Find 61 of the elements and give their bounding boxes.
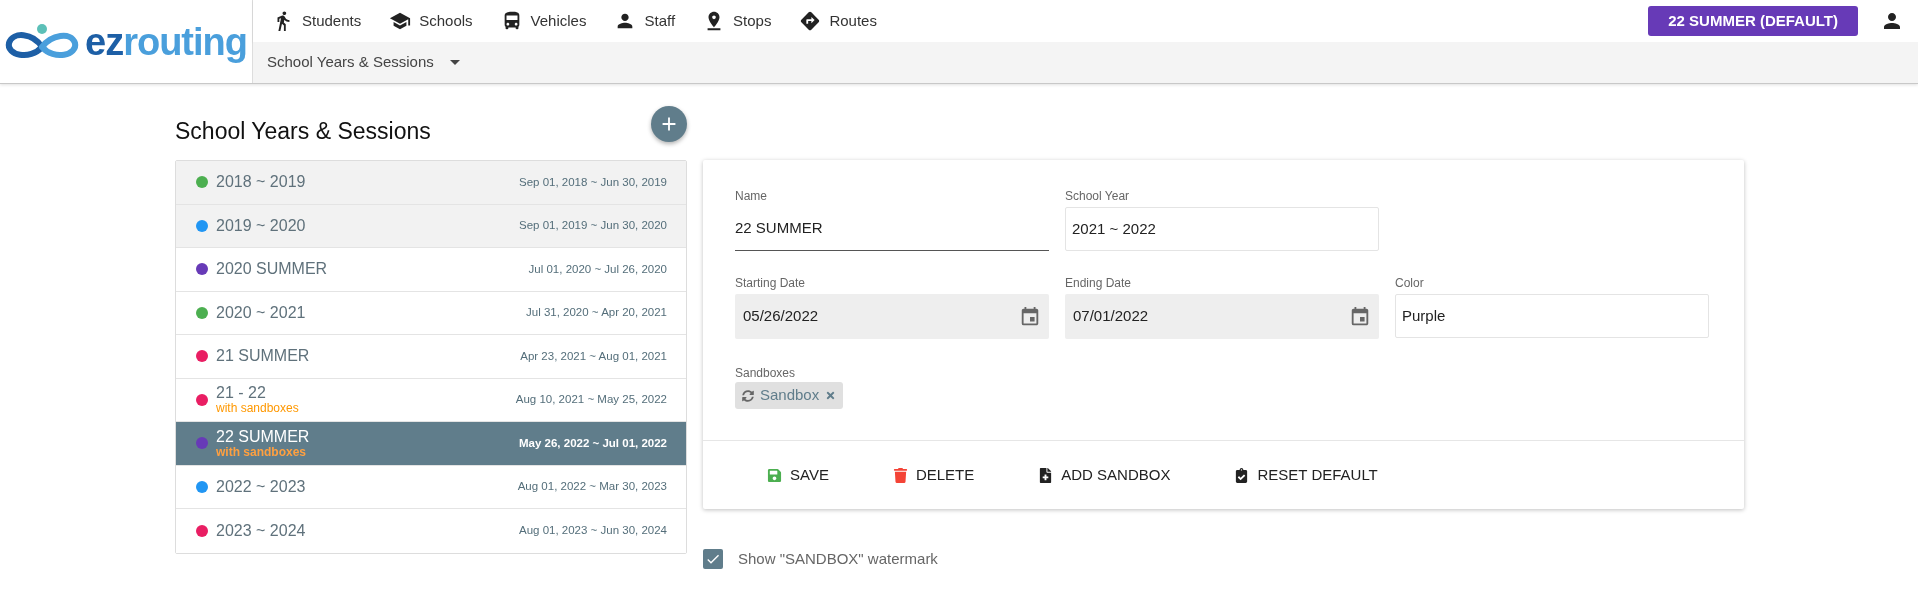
nav-link[interactable]: Vehicles [500,9,587,32]
clipboard-check-icon [1234,467,1250,483]
field-label: Color [1395,275,1425,291]
logo-wordmark: ezrouting [85,22,247,61]
section-dropdown[interactable]: School Years & Sessions [267,51,460,74]
refresh-icon[interactable] [742,389,754,402]
session-name: 2022 ~ 2023 [216,477,306,496]
session-dates: Sep 01, 2019 ~ Jun 30, 2020 [518,218,667,234]
chip-label: Sandbox [760,385,820,406]
checkbox-label: Show "SANDBOX" watermark [738,549,938,569]
session-name: 2018 ~ 2019 [216,173,306,192]
date-field[interactable]: 07/01/2022 [1065,294,1379,339]
session-dates: May 26, 2022 ~ Jul 01, 2022 [519,435,667,451]
checkbox[interactable] [703,549,723,570]
trash-icon [892,467,908,483]
calendar-icon[interactable] [1019,305,1041,328]
session-name: 2023 ~ 2024 [216,521,306,540]
session-button[interactable]: 22 SUMMER (DEFAULT) [1648,5,1858,36]
session-dates: Aug 01, 2022 ~ Mar 30, 2023 [517,479,667,495]
direction-sign-icon [799,9,822,32]
file-plus-icon [1038,467,1054,483]
action-button[interactable]: DELETE [868,457,999,493]
nav-link[interactable]: Students [272,9,362,32]
date-field[interactable]: 05/26/2022 [735,294,1049,339]
field-label: Ending Date [1065,275,1133,291]
session-row[interactable]: 2019 ~ 2020 Sep 01, 2019 ~ Jun 30, 2020 [176,204,686,248]
action-button[interactable]: ADD SANDBOX [1014,457,1195,493]
page-title: School Years & Sessions [175,117,431,146]
session-name: 2020 SUMMER [216,260,328,279]
session-name: 22 SUMMER [216,427,310,446]
field-label: School Year [1065,188,1131,204]
session-row[interactable]: 22 SUMMER with sandboxes May 26, 2022 ~ Jul 01, 2022 [176,422,686,466]
field-label: Starting Date [735,275,807,291]
session-name: 21 SUMMER [216,347,310,366]
session-dates: Jul 01, 2020 ~ Jul 26, 2020 [528,261,667,277]
text-field[interactable]: Purple [1395,294,1709,338]
session-dates: Jul 31, 2020 ~ Apr 20, 2021 [526,305,667,321]
calendar-icon[interactable] [1349,305,1371,328]
nav-link[interactable]: Routes [799,9,877,32]
nav-link[interactable]: Staff [614,9,676,32]
session-name: 21 - 22 [216,384,267,403]
session-note: with sandboxes [216,445,308,459]
text-field[interactable]: 22 SUMMER [735,207,1049,251]
session-note: with sandboxes [216,402,299,416]
session-dates: Apr 23, 2021 ~ Aug 01, 2021 [520,348,667,364]
add-button[interactable] [651,106,687,142]
field-label: Name [735,188,768,204]
nav-link[interactable]: Schools [389,9,473,32]
session-dates: Sep 01, 2018 ~ Jun 30, 2019 [518,174,667,190]
session-dates: Aug 01, 2023 ~ Jun 30, 2024 [518,523,667,539]
nav-link[interactable]: Stops [703,9,772,32]
session-name: 2019 ~ 2020 [216,216,306,235]
session-dates: Aug 10, 2021 ~ May 25, 2022 [515,392,667,408]
caret-icon [449,59,460,65]
action-button[interactable]: SAVE [743,457,853,493]
text-field[interactable]: 2021 ~ 2022 [1065,207,1379,251]
field-label: Sandboxes [735,365,797,381]
session-name: 2020 ~ 2021 [216,303,306,322]
close-icon[interactable] [825,390,837,401]
action-button[interactable]: RESET DEFAULT [1210,457,1402,493]
session-row[interactable]: 2018 ~ 2019 Sep 01, 2018 ~ Jun 30, 2019 [176,161,686,205]
